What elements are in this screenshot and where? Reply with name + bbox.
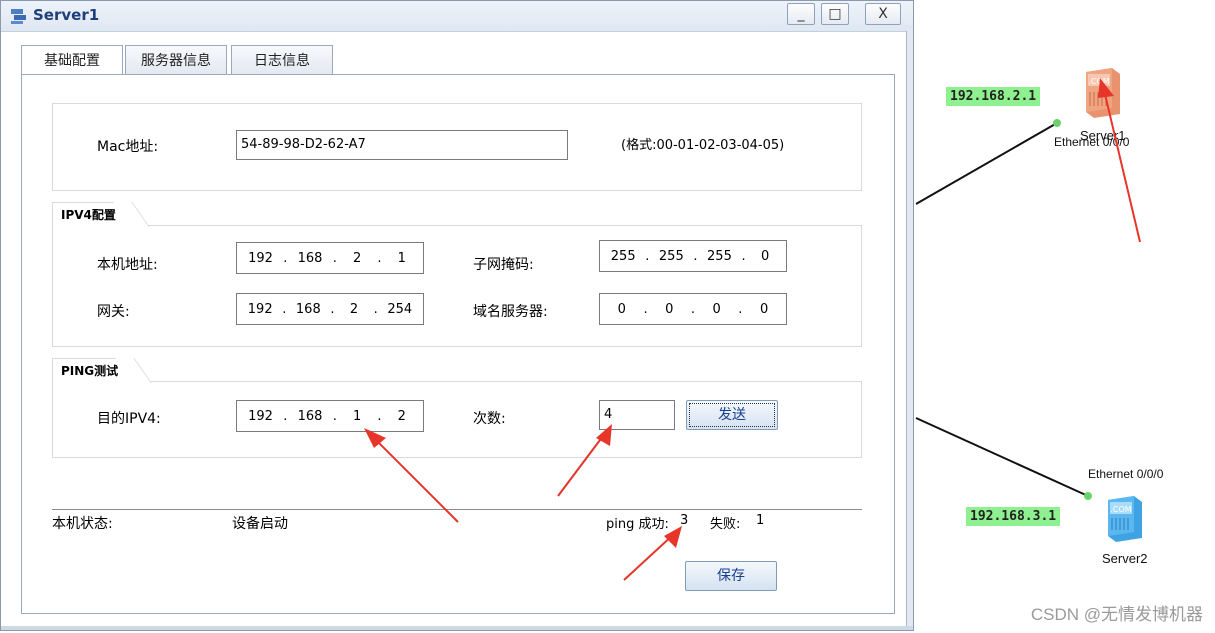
tab-basic-config[interactable]: 基础配置 bbox=[21, 45, 123, 75]
status-separator bbox=[52, 509, 862, 510]
ip-octet: 2 bbox=[352, 250, 362, 266]
ip-octet: 168 bbox=[297, 250, 323, 266]
ping-section-title: PING测试 bbox=[52, 358, 135, 383]
ping-count-input[interactable]: 4 bbox=[599, 400, 675, 430]
ip-octet: 254 bbox=[387, 301, 413, 317]
dns-input[interactable]: 0. 0. 0. 0 bbox=[599, 293, 787, 325]
maximize-button[interactable]: □ bbox=[821, 3, 849, 25]
server2-icon[interactable]: .COM bbox=[1104, 492, 1144, 542]
basic-config-panel: Mac地址: 54-89-98-D2-62-A7 (格式:00-01-02-03… bbox=[21, 74, 895, 614]
server1-ip-tag: 192.168.2.1 bbox=[946, 87, 1041, 106]
ping-fail-label: 失败: bbox=[710, 517, 741, 532]
close-button[interactable]: X bbox=[865, 3, 901, 25]
window-frame-right bbox=[906, 31, 913, 630]
title-bar[interactable]: Server1 _ □ X bbox=[1, 1, 913, 32]
device-status-label: 本机状态: bbox=[52, 516, 113, 532]
dns-label: 域名服务器: bbox=[473, 304, 548, 320]
ping-success-label: ping 成功: bbox=[606, 517, 669, 532]
ip-octet: 0 bbox=[665, 301, 674, 317]
send-button[interactable]: 发送 bbox=[686, 400, 778, 430]
ipv4-group: IPV4配置 本机地址: 192. 168. 2. 1 子网掩码: 255. 2… bbox=[52, 202, 862, 347]
subnet-mask-input[interactable]: 255. 255. 255. 0 bbox=[599, 240, 787, 272]
ip-octet: 192 bbox=[248, 408, 273, 424]
gateway-label: 网关: bbox=[97, 304, 130, 320]
ping-dest-label: 目的IPV4: bbox=[97, 411, 161, 427]
topology-canvas: .COM 192.168.2.1 Server1 Ethernet 0/0/0 … bbox=[914, 0, 1215, 633]
ping-dest-input[interactable]: 192. 168. 1. 2 bbox=[236, 400, 424, 432]
ip-octet: 1 bbox=[397, 250, 406, 266]
ip-octet: 1 bbox=[352, 408, 362, 424]
ip-octet: 2 bbox=[349, 301, 359, 317]
arrow-to-server1 bbox=[1098, 78, 1141, 243]
device-status-value: 设备启动 bbox=[232, 516, 288, 532]
tab-log-info[interactable]: 日志信息 bbox=[231, 45, 333, 75]
ip-octet: 0 bbox=[712, 301, 721, 317]
ping-success-count: 3 bbox=[680, 513, 689, 528]
ip-octet: 168 bbox=[297, 408, 323, 424]
ip-octet: 0 bbox=[617, 301, 626, 317]
ping-group: PING测试 目的IPV4: 192. 168. 1. 2 次数: 4 发送 bbox=[52, 358, 862, 458]
subnet-mask-label: 子网掩码: bbox=[473, 257, 534, 273]
ip-octet: 2 bbox=[397, 408, 406, 424]
link-dot-server2 bbox=[1084, 492, 1092, 500]
ipv4-section-title: IPV4配置 bbox=[52, 202, 132, 227]
watermark: CSDN @无情发博机器 bbox=[1030, 605, 1203, 624]
local-address-input[interactable]: 192. 168. 2. 1 bbox=[236, 242, 424, 274]
ip-octet: 0 bbox=[759, 301, 769, 317]
save-button[interactable]: 保存 bbox=[685, 561, 777, 591]
mac-group: Mac地址: 54-89-98-D2-62-A7 (格式:00-01-02-03… bbox=[52, 103, 862, 191]
server2-badge: .COM bbox=[1110, 505, 1131, 514]
ip-octet: 168 bbox=[295, 301, 321, 317]
server2-name: Server2 bbox=[1102, 551, 1148, 566]
ip-octet: 255 bbox=[658, 248, 684, 264]
link-server2 bbox=[915, 417, 1089, 497]
mac-label: Mac地址: bbox=[97, 139, 159, 155]
server1-config-window: Server1 _ □ X 基础配置 服务器信息 日志信息 Mac地址: 54-… bbox=[0, 0, 914, 631]
server-app-icon bbox=[11, 9, 26, 24]
local-address-label: 本机地址: bbox=[97, 257, 158, 273]
mac-format-hint: (格式:00-01-02-03-04-05) bbox=[621, 138, 785, 153]
link-dot-server1 bbox=[1053, 119, 1061, 127]
ping-fail-count: 1 bbox=[756, 513, 765, 528]
ip-octet: 192 bbox=[247, 301, 273, 317]
minimize-button[interactable]: _ bbox=[787, 3, 815, 25]
ip-octet: 0 bbox=[761, 248, 770, 264]
ip-octet: 255 bbox=[707, 248, 732, 264]
ip-octet: 255 bbox=[610, 248, 636, 264]
window-title: Server1 bbox=[33, 6, 100, 24]
window-frame-bottom bbox=[1, 626, 913, 630]
server2-port: Ethernet 0/0/0 bbox=[1088, 467, 1164, 481]
link-server1 bbox=[915, 122, 1058, 205]
tab-server-info[interactable]: 服务器信息 bbox=[125, 45, 227, 75]
gateway-input[interactable]: 192. 168. 2. 254 bbox=[236, 293, 424, 325]
ping-count-label: 次数: bbox=[473, 411, 506, 427]
server2-ip-tag: 192.168.3.1 bbox=[966, 507, 1061, 526]
ip-octet: 192 bbox=[248, 250, 273, 266]
mac-input[interactable]: 54-89-98-D2-62-A7 bbox=[236, 130, 568, 160]
